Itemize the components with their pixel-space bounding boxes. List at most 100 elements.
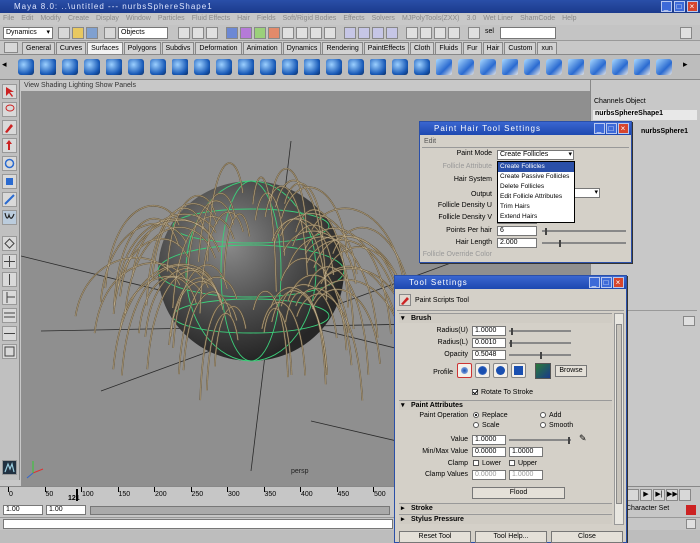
hair-length-field[interactable]: 2.000: [497, 238, 537, 248]
select-mode-icon[interactable]: [104, 27, 116, 39]
offset-shelf-icon[interactable]: [546, 59, 562, 75]
hierarchy-icon[interactable]: [178, 27, 190, 39]
snap-curve-icon[interactable]: [358, 27, 370, 39]
paint-mode-option[interactable]: Trim Hairs: [498, 202, 574, 212]
lasso-tool-icon[interactable]: [2, 102, 17, 117]
move-tool-icon[interactable]: [2, 138, 17, 153]
clamp-lower-checkbox[interactable]: Lower: [473, 459, 501, 469]
menu-item[interactable]: Help: [562, 15, 576, 22]
planar-shelf-icon[interactable]: [260, 59, 276, 75]
value-slider[interactable]: [509, 437, 571, 444]
mask-icon-2[interactable]: [240, 27, 252, 39]
radius-u-field[interactable]: 1.0000: [472, 326, 506, 336]
tool-settings-maximize-icon[interactable]: □: [601, 277, 612, 288]
close-button[interactable]: Close: [551, 531, 623, 543]
rotate-tool-icon[interactable]: [2, 156, 17, 171]
detach-shelf-icon[interactable]: [392, 59, 408, 75]
torus-shelf-icon[interactable]: [128, 59, 144, 75]
mask-icon[interactable]: [226, 27, 238, 39]
menu-item[interactable]: ShamCode: [520, 15, 555, 22]
minimize-icon[interactable]: _: [661, 1, 672, 12]
shelf-tab[interactable]: xun: [537, 42, 557, 54]
clamp-high-field[interactable]: 1.0000: [509, 470, 543, 480]
points-per-hair-field[interactable]: 6: [497, 226, 537, 236]
shelf-tab[interactable]: Hair: [482, 42, 504, 54]
op-scale-radio-icon[interactable]: [473, 422, 479, 429]
loft-shelf-icon[interactable]: [194, 59, 210, 75]
channel-box-selected[interactable]: nurbsSphereShape1: [593, 110, 697, 120]
maximize-icon[interactable]: □: [674, 1, 685, 12]
tool-settings-scrollbar[interactable]: [614, 313, 624, 525]
quick-select-field[interactable]: [500, 27, 556, 39]
stroke-section-header[interactable]: ▸ Stroke: [399, 503, 612, 513]
shelf-menu-icon[interactable]: [4, 42, 18, 53]
paint-shelf-icon[interactable]: [612, 59, 628, 75]
profile-soft-icon[interactable]: [475, 363, 490, 378]
script-editor-icon[interactable]: [686, 519, 696, 529]
save-scene-icon[interactable]: [86, 27, 98, 39]
cylinder-shelf-icon[interactable]: [62, 59, 78, 75]
stitch-shelf-icon[interactable]: [436, 59, 452, 75]
layer-options-icon[interactable]: [683, 316, 695, 326]
character-set-label[interactable]: Character Set: [626, 505, 669, 512]
menu-item[interactable]: 3.0: [467, 15, 477, 22]
boundary-shelf-icon[interactable]: [304, 59, 320, 75]
range-bar[interactable]: [90, 506, 390, 515]
points-slider-knob[interactable]: [545, 228, 547, 235]
paint-hair-title-bar[interactable]: Paint Hair Tool Settings _ □ ×: [420, 122, 631, 135]
menu-item[interactable]: Wet Liner: [483, 15, 513, 22]
command-input[interactable]: [3, 519, 393, 529]
objects-field[interactable]: Objects: [118, 27, 168, 39]
shelf-tab[interactable]: Curves: [55, 42, 87, 54]
go-to-end-icon[interactable]: ▶▶: [666, 489, 678, 501]
layout-hypershade-icon[interactable]: [2, 326, 17, 341]
manipulator-tool-icon[interactable]: [2, 192, 17, 207]
shelf-tab[interactable]: Fluids: [435, 42, 463, 54]
layout-custom-icon[interactable]: [2, 344, 17, 359]
hair-shelf-icon[interactable]: [634, 59, 650, 75]
component-mode-icon[interactable]: [206, 27, 218, 39]
paint-mode-select[interactable]: Create Follicles ▾: [497, 150, 574, 160]
plane-shelf-icon[interactable]: [106, 59, 122, 75]
render-shelf-icon[interactable]: [656, 59, 672, 75]
tool-settings-scroll-thumb[interactable]: [616, 324, 622, 504]
insert-shelf-icon[interactable]: [480, 59, 496, 75]
opacity-field[interactable]: 0.5048: [472, 350, 506, 360]
shelf-scroll-down-icon[interactable]: ▸: [683, 59, 695, 75]
cube-shelf-icon[interactable]: [40, 59, 56, 75]
paint-mode-option[interactable]: Delete Follicles: [498, 182, 574, 192]
snap-plane-icon[interactable]: [386, 27, 398, 39]
opacity-knob[interactable]: [540, 352, 542, 359]
paint-mode-option[interactable]: Extend Hairs: [498, 212, 574, 222]
paint-hair-close-icon[interactable]: ×: [618, 123, 629, 134]
menu-item[interactable]: Solvers: [372, 15, 395, 22]
fillet-shelf-icon[interactable]: [568, 59, 584, 75]
min-value-field[interactable]: 0.0000: [472, 447, 506, 457]
menu-item[interactable]: Create: [68, 15, 89, 22]
stylus-pressure-section-header[interactable]: ▸ Stylus Pressure: [399, 514, 612, 524]
tool-settings-title-bar[interactable]: Tool Settings _ □ ×: [395, 276, 626, 289]
square-shelf-icon[interactable]: [172, 59, 188, 75]
tool-settings-minimize-icon[interactable]: _: [589, 277, 600, 288]
paint-mode-option[interactable]: Edit Follicle Attributes: [498, 192, 574, 202]
project-shelf-icon[interactable]: [502, 59, 518, 75]
mask-icon-6[interactable]: [296, 27, 308, 39]
viewport-menu[interactable]: View Shading Lighting Show Panels: [21, 80, 590, 91]
play-forward-icon[interactable]: ▶: [640, 489, 652, 501]
menu-item[interactable]: Effects: [343, 15, 364, 22]
birail-shelf-icon[interactable]: [282, 59, 298, 75]
profile-custom-image-icon[interactable]: [535, 363, 551, 379]
paint-hair-maximize-icon[interactable]: □: [606, 123, 617, 134]
layout-four-icon[interactable]: [2, 254, 17, 269]
op-smooth-radio-icon[interactable]: [540, 422, 546, 429]
profile-square-icon[interactable]: [511, 363, 526, 378]
input-mode-icon[interactable]: [468, 27, 480, 39]
shelf-tab[interactable]: Dynamics: [282, 42, 322, 54]
radius-u-slider[interactable]: [509, 328, 571, 335]
select-tool-icon[interactable]: [2, 84, 17, 99]
mask-icon-3[interactable]: [254, 27, 266, 39]
flood-button[interactable]: Flood: [472, 487, 565, 499]
output-select[interactable]: ▾: [574, 188, 600, 198]
rotate-to-stroke-checkbox[interactable]: Rotate To Stroke: [472, 388, 533, 398]
shelf-tab[interactable]: Surfaces: [87, 42, 123, 54]
